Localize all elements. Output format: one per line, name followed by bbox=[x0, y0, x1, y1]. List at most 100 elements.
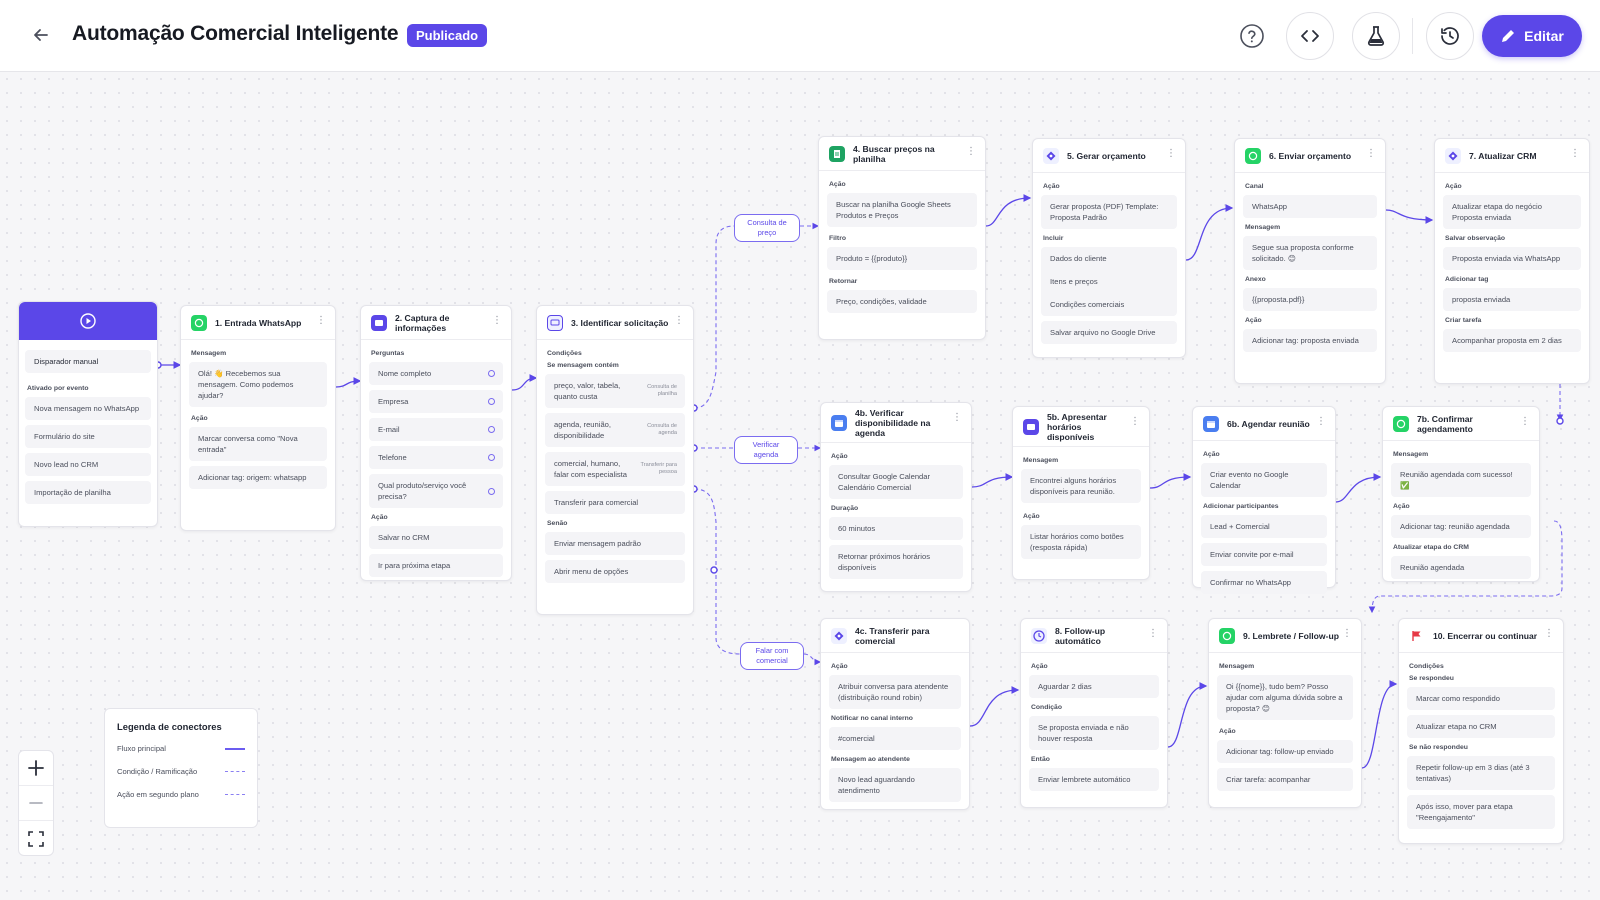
branch-chip-sales[interactable]: Falar com comercial bbox=[740, 642, 804, 670]
question-item[interactable]: Telefone bbox=[369, 446, 503, 469]
trigger-event[interactable]: Novo lead no CRM bbox=[25, 453, 151, 476]
node-send-quote[interactable]: 6. Enviar orçamento ⋮ Canal WhatsApp Men… bbox=[1234, 138, 1386, 384]
node-header[interactable]: 1. Entrada WhatsApp ⋮ bbox=[181, 306, 335, 340]
more-icon[interactable]: ⋮ bbox=[1366, 149, 1376, 159]
channel-item[interactable]: #comercial bbox=[829, 727, 961, 750]
action-item[interactable]: Consultar Google Calendar Calendário Com… bbox=[829, 465, 963, 499]
action-item[interactable]: Marcar conversa como "Nova entrada" bbox=[189, 427, 327, 461]
action-item[interactable]: Enviar convite por e-mail bbox=[1201, 543, 1327, 566]
stage-item[interactable]: Reunião agendada bbox=[1391, 556, 1531, 579]
action-item[interactable]: Adicionar tag: follow-up enviado bbox=[1217, 740, 1353, 763]
more-icon[interactable]: ⋮ bbox=[1148, 629, 1158, 639]
node-header[interactable]: 5. Gerar orçamento ⋮ bbox=[1033, 139, 1185, 173]
node-header[interactable]: 7. Atualizar CRM ⋮ bbox=[1435, 139, 1589, 173]
more-icon[interactable]: ⋮ bbox=[1130, 417, 1140, 427]
message-preview[interactable]: Reunião agendada com sucesso! ✅ bbox=[1391, 463, 1531, 497]
more-icon[interactable]: ⋮ bbox=[1520, 417, 1530, 427]
participants-item[interactable]: Lead + Comercial bbox=[1201, 515, 1327, 538]
question-item[interactable]: Nome completo bbox=[369, 362, 503, 385]
back-button[interactable] bbox=[28, 22, 54, 48]
more-icon[interactable]: ⋮ bbox=[952, 413, 962, 423]
trigger-event[interactable]: Importação de planilha bbox=[25, 481, 151, 504]
node-header[interactable]: 10. Encerrar ou continuar ⋮ bbox=[1399, 619, 1563, 653]
condition-item[interactable]: Se proposta enviada e não houver respost… bbox=[1029, 716, 1159, 750]
branch-chip-price[interactable]: Consulta de preço bbox=[734, 214, 800, 242]
node-whatsapp-entry[interactable]: 1. Entrada WhatsApp ⋮ Mensagem Olá! 👋 Re… bbox=[180, 305, 336, 531]
channel-item[interactable]: WhatsApp bbox=[1243, 195, 1377, 218]
more-icon[interactable]: ⋮ bbox=[1316, 417, 1326, 427]
action-item[interactable]: Gerar proposta (PDF) Template: Proposta … bbox=[1041, 195, 1177, 229]
no-item[interactable]: Após isso, mover para etapa "Reengajamen… bbox=[1407, 795, 1555, 829]
include-item[interactable]: Dados do cliente bbox=[1041, 247, 1177, 270]
zoom-out-button[interactable] bbox=[19, 786, 53, 821]
more-icon[interactable]: ⋮ bbox=[674, 316, 684, 326]
fit-view-button[interactable] bbox=[19, 821, 53, 856]
trigger-node[interactable]: Disparador manual Ativado por evento Nov… bbox=[18, 301, 158, 527]
action-item[interactable]: Adicionar tag: origem: whatsapp bbox=[189, 466, 327, 489]
action-item[interactable]: Adicionar tag: proposta enviada bbox=[1243, 329, 1377, 352]
node-capture-info[interactable]: 2. Captura de informações ⋮ Perguntas No… bbox=[360, 305, 512, 581]
help-button[interactable] bbox=[1228, 12, 1276, 60]
message-preview[interactable]: Segue sua proposta conforme solicitado. … bbox=[1243, 236, 1377, 270]
node-show-slots[interactable]: 5b. Apresentar horários disponíveis ⋮ Me… bbox=[1012, 406, 1150, 580]
action-item[interactable]: Ir para próxima etapa bbox=[369, 554, 503, 577]
branch-chip-agenda[interactable]: Verificar agenda bbox=[734, 436, 798, 464]
duration-item[interactable]: 60 minutos bbox=[829, 517, 963, 540]
tag-item[interactable]: proposta enviada bbox=[1443, 288, 1581, 311]
history-button[interactable] bbox=[1426, 12, 1474, 60]
message-preview[interactable]: Olá! 👋 Recebemos sua mensagem. Como pode… bbox=[189, 362, 327, 407]
action-item[interactable]: Listar horários como botões (resposta rá… bbox=[1021, 525, 1141, 559]
node-transfer-sales[interactable]: 4c. Transferir para comercial Ação Atrib… bbox=[820, 618, 970, 810]
test-button[interactable] bbox=[1352, 12, 1400, 60]
node-header[interactable]: 7b. Confirmar agendamento ⋮ bbox=[1383, 407, 1539, 441]
node-header[interactable]: 4. Buscar preços na planilha ⋮ bbox=[819, 137, 985, 171]
action-item[interactable]: Atualizar etapa do negócio Proposta envi… bbox=[1443, 195, 1581, 229]
action-item[interactable]: Salvar no CRM bbox=[369, 526, 503, 549]
include-item[interactable]: Itens e preços bbox=[1041, 270, 1177, 293]
attachment-item[interactable]: {{proposta.pdf}} bbox=[1243, 288, 1377, 311]
condition-item[interactable]: comercial, humano, falar com especialist… bbox=[545, 452, 685, 486]
yes-item[interactable]: Marcar como respondido bbox=[1407, 687, 1555, 710]
action-item[interactable]: Confirmar no WhatsApp bbox=[1201, 571, 1327, 594]
condition-item[interactable]: Transferir para comercial bbox=[545, 491, 685, 514]
else-item[interactable]: Enviar mensagem padrão bbox=[545, 532, 685, 555]
node-reminder[interactable]: 9. Lembrete / Follow-up ⋮ Mensagem Oi {{… bbox=[1208, 618, 1362, 808]
return-item[interactable]: Preço, condições, validade bbox=[827, 290, 977, 313]
code-button[interactable] bbox=[1286, 12, 1334, 60]
action-item[interactable]: Adicionar tag: reunião agendada bbox=[1391, 515, 1531, 538]
zoom-in-button[interactable] bbox=[19, 751, 53, 786]
action-item[interactable]: Criar evento no Google Calendar bbox=[1201, 463, 1327, 497]
more-icon[interactable]: ⋮ bbox=[1342, 629, 1352, 639]
node-header[interactable]: 9. Lembrete / Follow-up ⋮ bbox=[1209, 619, 1361, 653]
node-auto-followup[interactable]: 8. Follow-up automático ⋮ Ação Aguardar … bbox=[1020, 618, 1168, 808]
more-icon[interactable]: ⋮ bbox=[1570, 149, 1580, 159]
return-item[interactable]: Retornar próximos horários disponíveis bbox=[829, 545, 963, 579]
condition-item[interactable]: preço, valor, tabela, quanto custa Consul… bbox=[545, 374, 685, 408]
more-icon[interactable]: ⋮ bbox=[1544, 629, 1554, 639]
node-identify-request[interactable]: 3. Identificar solicitação ⋮ Condições S… bbox=[536, 305, 694, 615]
node-header[interactable]: 2. Captura de informações ⋮ bbox=[361, 306, 511, 340]
node-update-crm[interactable]: 7. Atualizar CRM ⋮ Ação Atualizar etapa … bbox=[1434, 138, 1590, 384]
trigger-header[interactable] bbox=[19, 302, 157, 340]
node-schedule-meeting[interactable]: 6b. Agendar reunião ⋮ Ação Criar evento … bbox=[1192, 406, 1336, 594]
message-preview[interactable]: Oi {{nome}}, tudo bem? Posso ajudar com … bbox=[1217, 675, 1353, 720]
node-check-calendar[interactable]: 4b. Verificar disponibilidade na agenda … bbox=[820, 402, 972, 592]
edit-button[interactable]: Editar bbox=[1482, 15, 1582, 57]
yes-item[interactable]: Atualizar etapa no CRM bbox=[1407, 715, 1555, 738]
include-item[interactable]: Condições comerciais bbox=[1041, 293, 1177, 316]
action-item[interactable]: Criar tarefa: acompanhar bbox=[1217, 768, 1353, 791]
node-header[interactable]: 4c. Transferir para comercial bbox=[821, 619, 969, 653]
node-generate-quote[interactable]: 5. Gerar orçamento ⋮ Ação Gerar proposta… bbox=[1032, 138, 1186, 358]
trigger-manual[interactable]: Disparador manual bbox=[25, 350, 151, 373]
node-sheet-prices[interactable]: 4. Buscar preços na planilha ⋮ Ação Busc… bbox=[818, 136, 986, 340]
more-icon[interactable]: ⋮ bbox=[1166, 149, 1176, 159]
more-icon[interactable]: ⋮ bbox=[492, 316, 502, 326]
question-item[interactable]: E-mail bbox=[369, 418, 503, 441]
action-item[interactable]: Aguardar 2 dias bbox=[1029, 675, 1159, 698]
trigger-event[interactable]: Formulário do site bbox=[25, 425, 151, 448]
else-item[interactable]: Abrir menu de opções bbox=[545, 560, 685, 583]
node-header[interactable]: 8. Follow-up automático ⋮ bbox=[1021, 619, 1167, 653]
filter-item[interactable]: Produto = {{produto}} bbox=[827, 247, 977, 270]
message-preview[interactable]: Encontrei alguns horários disponíveis pa… bbox=[1021, 469, 1141, 503]
flow-canvas[interactable]: Disparador manual Ativado por evento Nov… bbox=[0, 72, 1600, 900]
